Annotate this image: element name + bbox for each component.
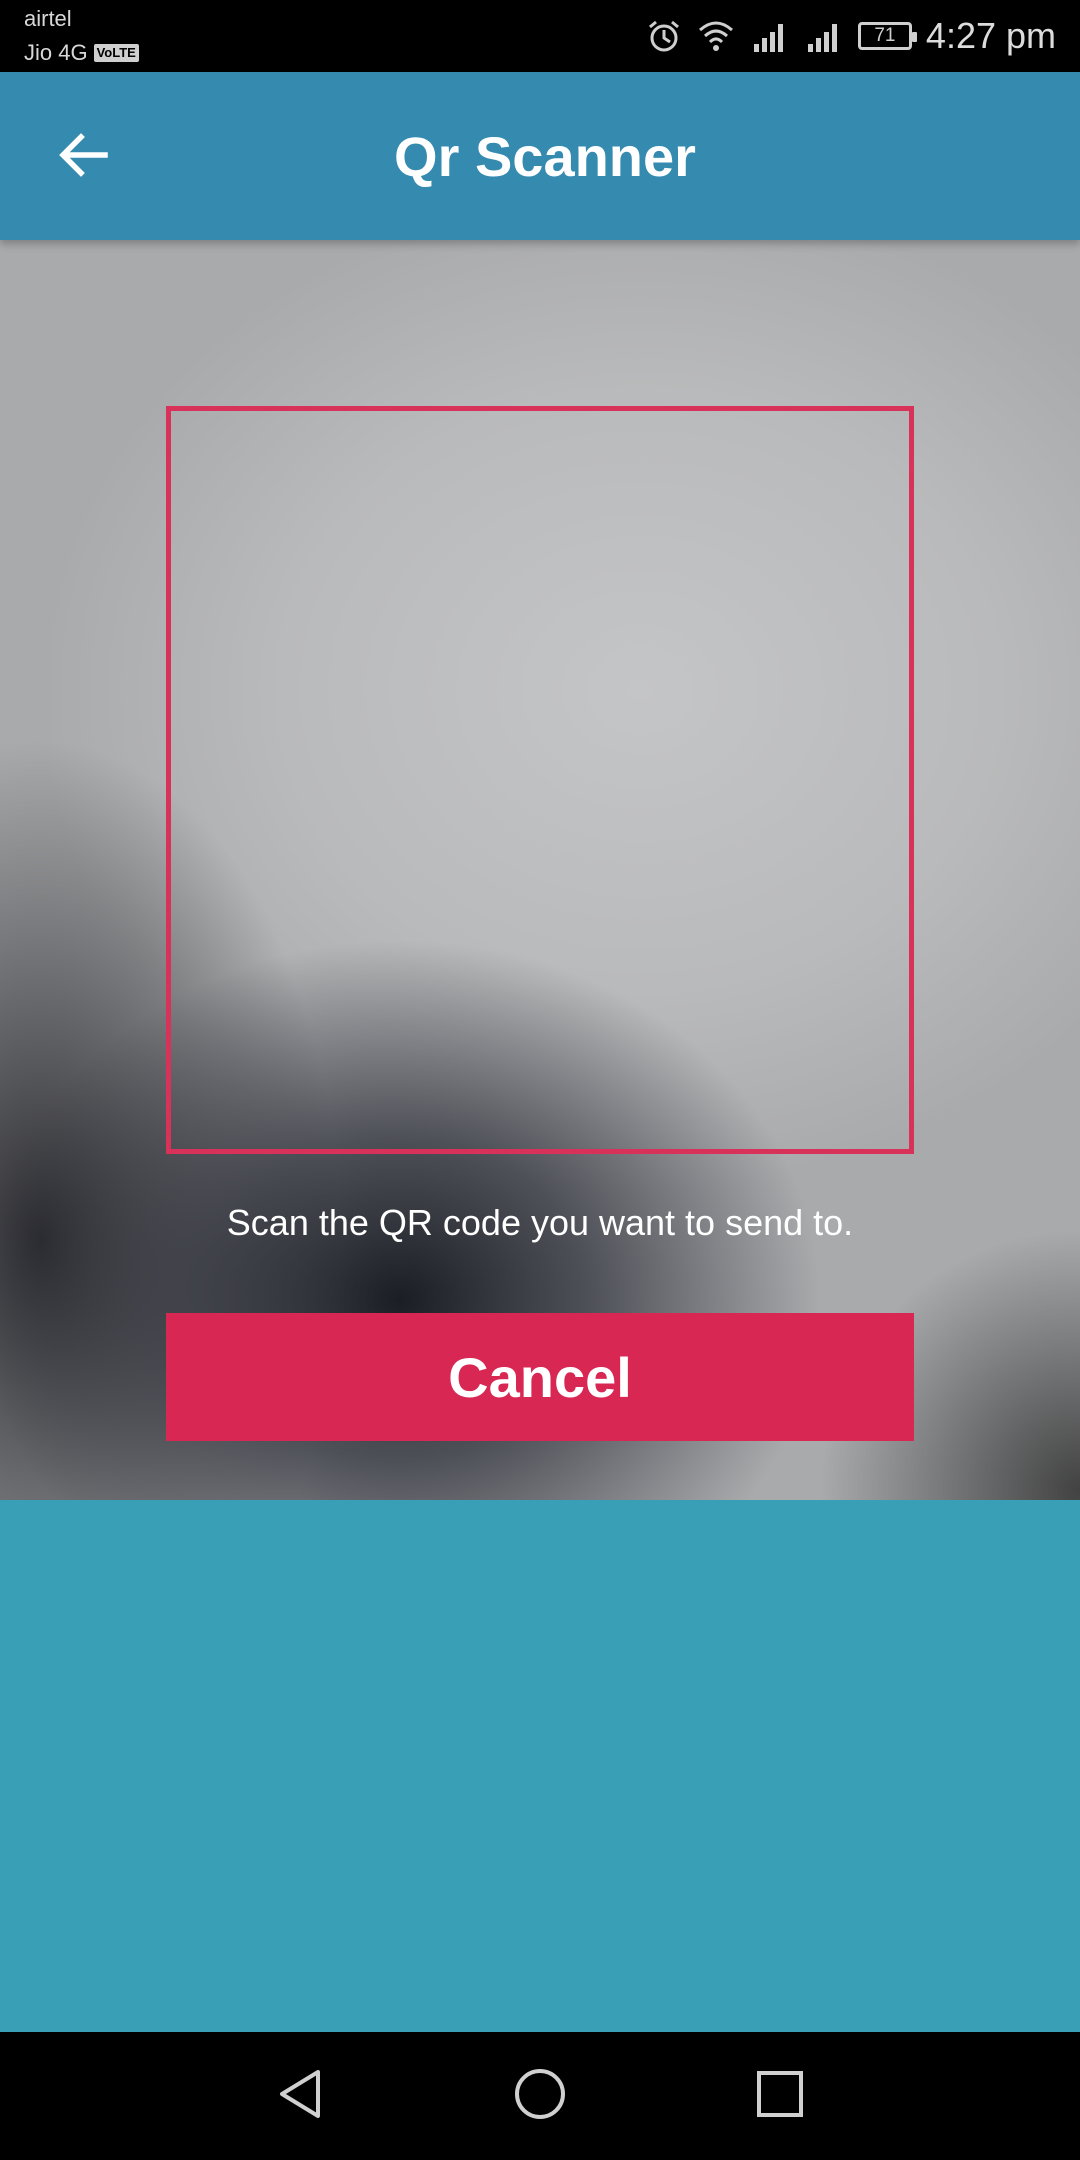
nav-back-button[interactable] — [270, 2066, 330, 2126]
status-bar: airtel Jio 4G VoLTE 71 4:27 pm — [0, 0, 1080, 72]
signal-icon — [750, 18, 790, 54]
scan-hint: Scan the QR code you want to send to. — [226, 1202, 854, 1243]
nav-back-icon — [274, 2066, 326, 2127]
carrier-secondary: Jio 4G — [24, 40, 88, 65]
battery-level: 71 — [874, 25, 896, 46]
battery-icon: 71 — [857, 22, 917, 50]
status-icons: 71 4:27 pm — [646, 14, 1056, 58]
carrier-primary: airtel — [24, 6, 72, 31]
carrier-secondary-row: Jio 4G VoLTE — [24, 40, 139, 66]
camera-preview: Scan the QR code you want to send to. Ca… — [0, 240, 1080, 1500]
screen: airtel Jio 4G VoLTE 71 4:27 pm Qr Scanne… — [0, 0, 1080, 2160]
scan-frame — [166, 406, 914, 1154]
nav-recent-button[interactable] — [750, 2066, 810, 2126]
nav-recent-icon — [754, 2068, 806, 2125]
nav-bar — [0, 2032, 1080, 2160]
page-title: Qr Scanner — [394, 125, 696, 188]
bottom-panel — [0, 1500, 1080, 2032]
wifi-icon — [696, 18, 736, 54]
volte-badge: VoLTE — [93, 44, 139, 62]
app-bar: Qr Scanner — [0, 72, 1080, 240]
clock: 4:27 pm — [925, 15, 1056, 56]
signal-icon — [804, 18, 844, 54]
nav-home-icon — [512, 2066, 568, 2127]
cancel-button[interactable]: Cancel — [166, 1313, 914, 1441]
nav-home-button[interactable] — [510, 2066, 570, 2126]
alarm-icon — [646, 18, 682, 54]
